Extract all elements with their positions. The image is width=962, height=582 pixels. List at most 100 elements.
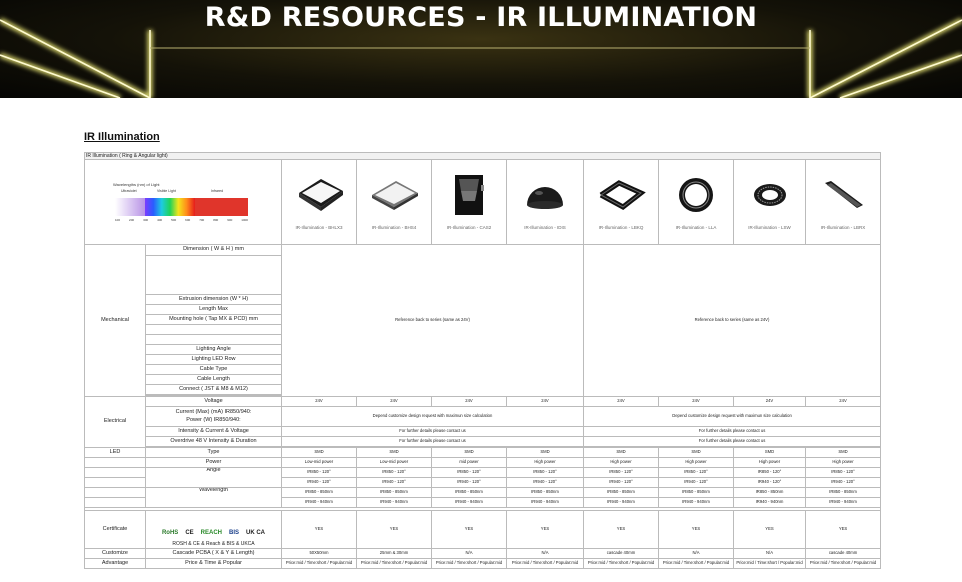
group-customize: Customize (84, 548, 146, 559)
angle-940: IR940 - 120° (356, 477, 432, 488)
led-type: SMD (431, 447, 507, 458)
product-name: IR-Illumination - LBKQ (598, 225, 644, 230)
angle-940: IR940 - 120° (431, 477, 507, 488)
contact-note: For further details please contact us (582, 426, 882, 437)
led-power: High power (658, 457, 734, 468)
spectrum-tick: 200 (129, 218, 135, 222)
wl-850: IR850 - 850nm (281, 487, 357, 498)
product-name: IR-Illumination - CAS2 (446, 225, 492, 230)
row-label: Power (145, 457, 282, 468)
led-power: High power (583, 457, 659, 468)
product-cell: IR-Illumination - IDIS (506, 159, 584, 245)
voltage-value: 24V (506, 396, 584, 407)
cert-logos: RoHS CE REACH BIS UK CA (147, 530, 280, 536)
row-label-empty (145, 334, 282, 345)
led-power: Low-mid power (356, 457, 432, 468)
row-label: Connect ( JST & M8 & M12) (145, 384, 282, 395)
cascade-value: 50X50mm (281, 548, 357, 559)
cert-cell: RoHS CE REACH BIS UK CA ROSH & CE & Reac… (145, 510, 282, 549)
group-empty (84, 487, 146, 498)
cert-yes: YES (356, 510, 432, 549)
row-label: Dimension ( W & H ) mm (145, 244, 282, 256)
wl-850: IR850 - 850nm (356, 487, 432, 498)
angle-940: IR940 - 120° (658, 477, 734, 488)
angle-940: IR940 - 120° (804, 477, 882, 488)
contact-note: For further details please contact us (281, 436, 584, 447)
rohs-logo: RoHS (161, 530, 179, 536)
cert-yes: YES (583, 510, 659, 549)
wl-940: IR940 - 940nm (356, 497, 432, 508)
bar-combo-image (599, 180, 646, 210)
elec-note: Depend customize design request with max… (582, 406, 882, 427)
row-label: Lighting LED Row (145, 354, 282, 365)
voltage-value: 24V (356, 396, 432, 407)
row-label: Extrusion dimension (W * H) (145, 294, 282, 305)
wl-850: IR850 - 850nm (804, 487, 882, 498)
led-power: High power (733, 457, 806, 468)
spectrum-tick: 700 (199, 218, 205, 222)
voltage-value: 24V (733, 396, 806, 407)
cert-yes: YES (658, 510, 734, 549)
row-label: Cable Type (145, 364, 282, 375)
wl-850: IR850 - 850nm (506, 487, 584, 498)
coaxial-box-image (455, 175, 484, 215)
wl-940: IR940 - 940nm (583, 497, 659, 508)
bar-light-image (825, 181, 864, 208)
product-cell: IR-Illumination - LBKQ (583, 159, 659, 245)
cascade-value: N/A (506, 548, 584, 559)
led-power: mid power (431, 457, 507, 468)
row-label: Overdrive 48 V Intensity & Duration (145, 436, 282, 447)
angle-850: IR850 - 120° (506, 467, 584, 478)
row-label: Cable Length (145, 374, 282, 385)
led-power: High power (804, 457, 882, 468)
led-power: Low-mid power (281, 457, 357, 468)
wl-850: IR850 - 850nm (583, 487, 659, 498)
angle-940: IR940 - 120° (583, 477, 659, 488)
angle-850: IR850 - 120° (733, 467, 806, 478)
wl-940: IR940 - 940nm (733, 497, 806, 508)
group-advantage: Advantage (84, 558, 146, 569)
mech-note: Reference back to series (same as 24V) (281, 244, 584, 397)
group-empty (84, 467, 146, 478)
row-label: Voltage (145, 396, 282, 407)
spectrum-band-uv: Ultraviolet (121, 189, 137, 193)
product-cell: IR-Illumination - CAS2 (431, 159, 507, 245)
cert-yes: YES (431, 510, 507, 549)
row-label: Price & Time & Popular (145, 558, 282, 569)
product-name: IR-Illumination - LBRX (820, 225, 866, 230)
row-label: Intensity & Current & Voltage (145, 426, 282, 437)
cert-names: ROSH & CE & Reach & BIS & UKCA (172, 541, 255, 547)
ring-light-image (679, 178, 713, 212)
led-type: SMD (804, 447, 882, 458)
spectrum-band-ir: Infrared (211, 189, 224, 193)
angle-850: IR850 - 120° (281, 467, 357, 478)
cascade-value: N/A (733, 548, 806, 559)
price-value: Price:mid / Time:short / Popular:mid (356, 558, 432, 569)
angle-850: IR850 - 120° (583, 467, 659, 478)
hero-banner: R&D RESOURCES - IR ILLUMINATION (0, 0, 962, 98)
product-name: IR-Illumination - BHLX3 (295, 225, 343, 230)
spectrum-ticks: 100 200 300 400 500 600 700 800 900 1000 (115, 219, 248, 222)
square-panel-image (372, 181, 418, 210)
price-value: Price:mid / Time:short / Popular:mid (583, 558, 659, 569)
voltage-value: 24V (431, 396, 507, 407)
contact-note: For further details please contact us (582, 436, 882, 447)
backlight-panel-image (299, 179, 343, 211)
led-type: SMD (356, 447, 432, 458)
ce-logo: CE (185, 530, 194, 536)
group-led: LED (84, 447, 146, 458)
cascade-value: cascade 40mm (804, 548, 882, 559)
spectrum-tick: 600 (185, 218, 191, 222)
voltage-value: 24V (658, 396, 734, 407)
angled-ring-image (753, 184, 786, 206)
led-type: SMD (658, 447, 734, 458)
group-electrical: Electrical (84, 396, 146, 448)
group-empty (84, 477, 146, 488)
wl-850: IR850 - 850nm (733, 487, 806, 498)
row-label: Lighting Angle (145, 344, 282, 355)
led-type: SMD (281, 447, 357, 458)
group-empty (84, 497, 146, 508)
angle-850: IR850 - 120° (431, 467, 507, 478)
row-label: Mounting hole ( Tap MX & PCD) mm (145, 314, 282, 325)
cascade-value: 25mm & 30mm (356, 548, 432, 559)
